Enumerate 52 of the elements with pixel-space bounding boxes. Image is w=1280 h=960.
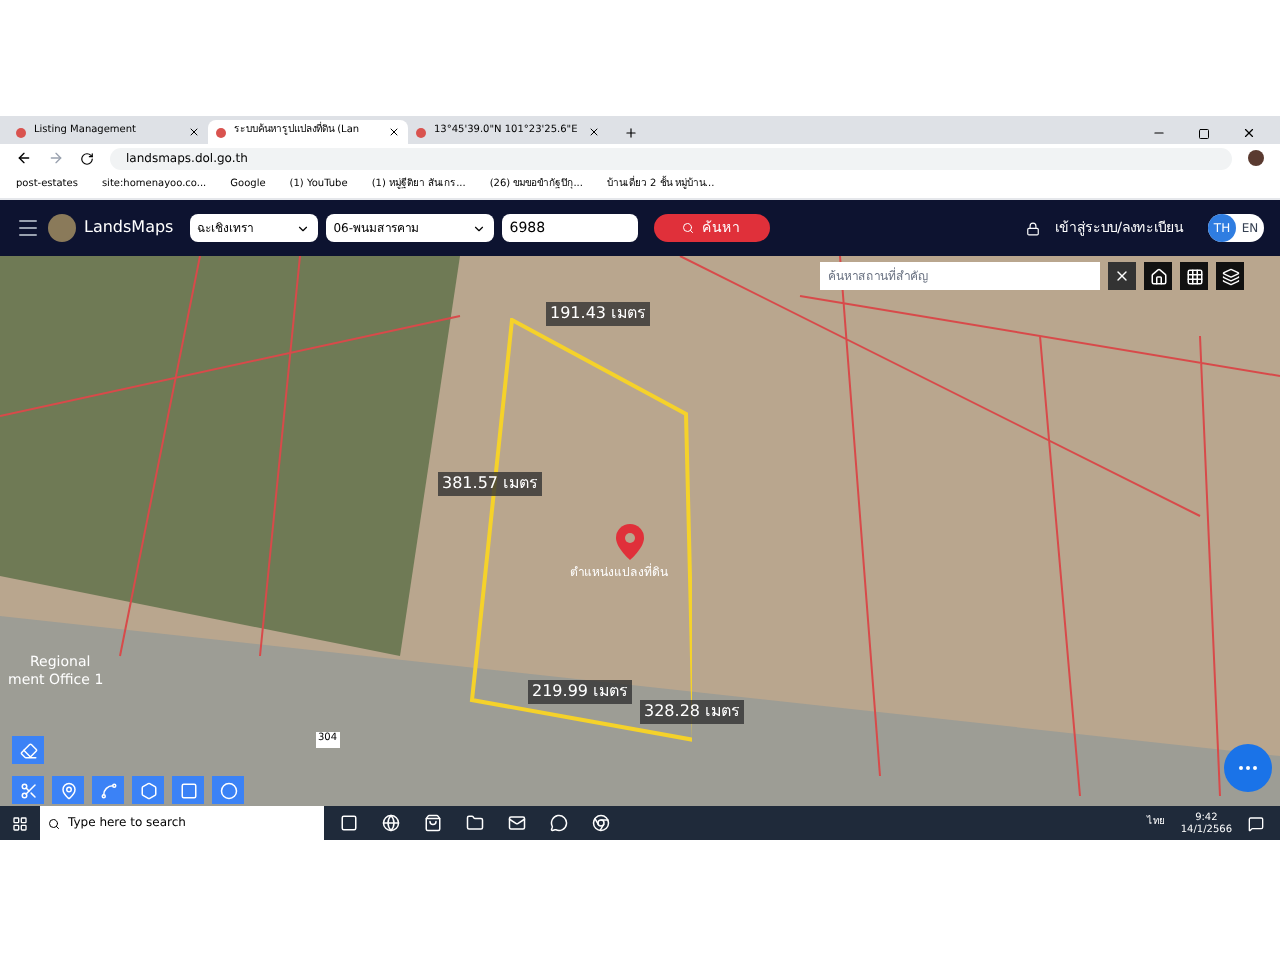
reload-icon[interactable] xyxy=(80,151,94,165)
scissors-icon xyxy=(19,781,37,799)
taskbar-app-icon[interactable] xyxy=(508,814,526,832)
measurement-label: 191.43 เมตร xyxy=(546,302,650,326)
search-icon xyxy=(48,817,60,829)
drawing-tool-button[interactable] xyxy=(12,776,44,804)
menu-icon[interactable] xyxy=(16,216,40,240)
home-icon xyxy=(1149,267,1167,285)
chevron-down-icon xyxy=(471,221,486,235)
square-icon xyxy=(179,781,197,799)
grid-button[interactable] xyxy=(1180,262,1208,290)
close-icon[interactable] xyxy=(188,126,200,138)
logo-icon xyxy=(48,214,76,242)
taskbar-app-icon[interactable] xyxy=(466,814,484,832)
logo-text: LandsMaps xyxy=(84,216,174,240)
close-icon xyxy=(1114,268,1130,284)
search-icon xyxy=(682,222,695,234)
layers-button[interactable] xyxy=(1216,262,1244,290)
drawing-tool-button[interactable] xyxy=(52,776,84,804)
close-icon[interactable] xyxy=(588,126,600,138)
eraser-button[interactable] xyxy=(12,736,44,764)
grid-icon xyxy=(1185,267,1203,285)
circle-icon xyxy=(219,781,237,799)
taskbar-app-icon[interactable] xyxy=(424,814,442,832)
hexagon-icon xyxy=(139,781,157,799)
location-pin-icon xyxy=(616,524,644,560)
drawing-tool-button[interactable] xyxy=(132,776,164,804)
drawing-tool-button[interactable] xyxy=(92,776,124,804)
maximize-icon[interactable] xyxy=(1198,128,1210,140)
back-icon[interactable] xyxy=(16,150,32,166)
measurement-label: 381.57 เมตร xyxy=(438,472,542,496)
taskbar-app-icon[interactable] xyxy=(340,814,358,832)
clear-button[interactable] xyxy=(1108,262,1136,290)
lock-icon xyxy=(1025,221,1040,235)
close-icon[interactable] xyxy=(388,126,400,138)
taskbar-app-icon[interactable] xyxy=(382,814,400,832)
layers-icon xyxy=(1221,267,1239,285)
drawing-tool-button[interactable] xyxy=(212,776,244,804)
measurement-label: 328.28 เมตร xyxy=(640,700,744,724)
measurement-label: 219.99 เมตร xyxy=(528,680,632,704)
avatar-icon[interactable] xyxy=(1248,150,1264,166)
eraser-icon xyxy=(19,741,37,759)
drawing-tool-button[interactable] xyxy=(172,776,204,804)
curve-icon xyxy=(99,781,117,799)
taskbar-app-icon[interactable] xyxy=(550,814,568,832)
home-button[interactable] xyxy=(1144,262,1172,290)
chevron-down-icon xyxy=(295,221,310,235)
minimize-icon[interactable] xyxy=(1152,126,1166,140)
close-icon[interactable] xyxy=(1242,126,1256,140)
notification-icon[interactable] xyxy=(1248,815,1264,831)
taskbar-app-icon[interactable] xyxy=(592,814,610,832)
new-tab-icon[interactable] xyxy=(624,126,638,140)
